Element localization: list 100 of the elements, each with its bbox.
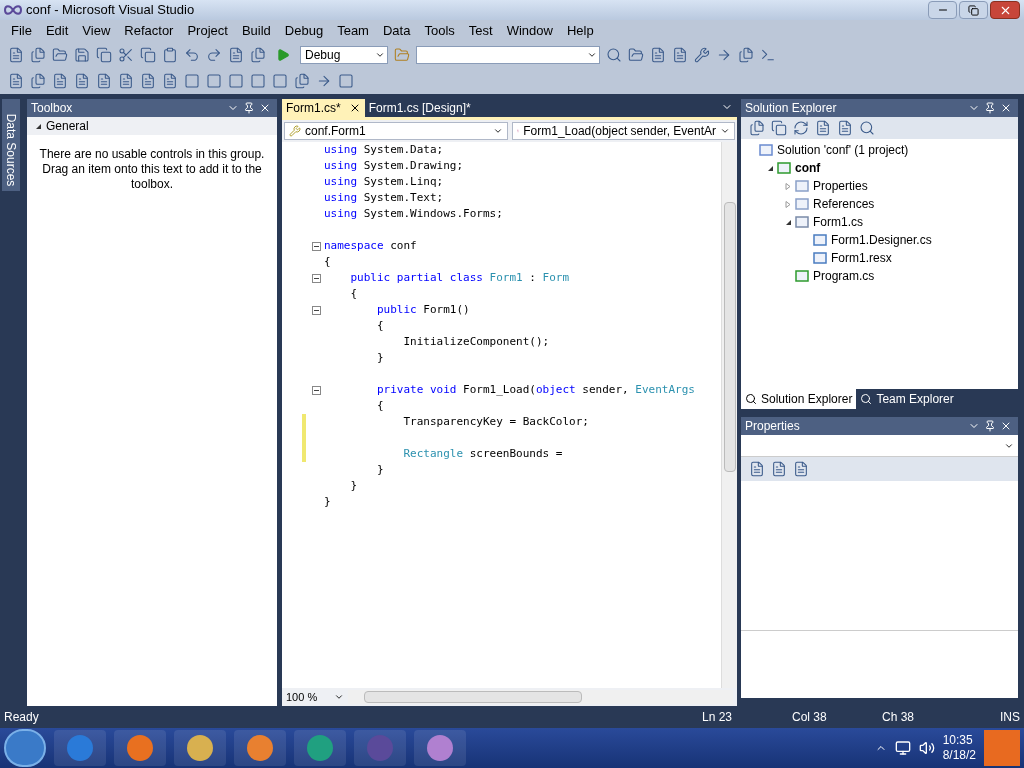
- toolbar-icon[interactable]: [74, 47, 90, 63]
- network-icon[interactable]: [894, 740, 911, 756]
- toolbar-icon[interactable]: [52, 47, 68, 63]
- expander-icon[interactable]: [766, 164, 774, 172]
- close-button[interactable]: [990, 1, 1020, 19]
- toolbar-icon[interactable]: [793, 120, 809, 136]
- toolbar-icon[interactable]: [771, 120, 787, 136]
- toolbar-icon[interactable]: [8, 47, 24, 63]
- menu-item[interactable]: Edit: [38, 21, 76, 41]
- tree-item[interactable]: conf: [795, 159, 821, 177]
- toolbar-icon[interactable]: [30, 73, 46, 89]
- toolbar-icon[interactable]: [628, 47, 644, 63]
- toolbar-icon[interactable]: [815, 120, 831, 136]
- toolbar-icon[interactable]: [184, 47, 200, 63]
- toolbar-icon[interactable]: [250, 47, 266, 63]
- menu-item[interactable]: Test: [461, 21, 500, 41]
- menu-item[interactable]: File: [4, 21, 39, 41]
- close-icon[interactable]: [1000, 102, 1012, 114]
- collapse-icon[interactable]: [311, 305, 321, 315]
- menu-item[interactable]: Tools: [417, 21, 462, 41]
- code-line: }: [375, 461, 384, 478]
- editor-tab[interactable]: Form1.cs*: [282, 99, 365, 117]
- tree-item[interactable]: References: [813, 195, 875, 213]
- start-debugging-icon[interactable]: [276, 48, 290, 62]
- close-icon[interactable]: [1000, 420, 1012, 432]
- toolbar-icon[interactable]: [606, 47, 622, 63]
- tree-item[interactable]: Program.cs: [813, 267, 875, 285]
- start-button[interactable]: [4, 729, 46, 767]
- tree-item[interactable]: Form1.Designer.cs: [831, 231, 932, 249]
- tree-item[interactable]: Solution 'conf' (1 project): [777, 141, 909, 159]
- toolbar-icon[interactable]: [96, 73, 112, 89]
- collapse-icon[interactable]: [311, 273, 321, 283]
- menu-item[interactable]: View: [75, 21, 118, 41]
- member-dropdown[interactable]: Form1_Load(object sender, EventAr: [512, 122, 735, 140]
- minimize-button[interactable]: [928, 1, 957, 19]
- search-dropdown[interactable]: [416, 46, 600, 64]
- tree-item[interactable]: Form1.cs: [813, 213, 863, 231]
- taskbar-app-icon[interactable]: [414, 730, 466, 766]
- toolbar-icon[interactable]: [738, 47, 754, 63]
- toolbar-icon[interactable]: [316, 73, 332, 89]
- taskbar-app-icon[interactable]: [294, 730, 346, 766]
- pin-icon[interactable]: [243, 102, 255, 114]
- toolbar-icon[interactable]: [650, 47, 666, 63]
- menu-item[interactable]: Team: [330, 21, 376, 41]
- expander-icon[interactable]: [784, 218, 792, 226]
- panel-tab[interactable]: Solution Explorer: [741, 389, 857, 409]
- menu-item[interactable]: Debug: [277, 21, 331, 41]
- pin-icon[interactable]: [984, 102, 996, 114]
- toolbar-icon[interactable]: [162, 73, 178, 89]
- toolbar-icon[interactable]: [206, 47, 222, 63]
- toolbar-icon[interactable]: [294, 73, 310, 89]
- taskbar-app-icon[interactable]: [174, 730, 226, 766]
- collapse-icon[interactable]: [311, 241, 321, 251]
- taskbar-app-icon[interactable]: [234, 730, 286, 766]
- toolbar-icon[interactable]: [52, 73, 68, 89]
- toolbar-icon[interactable]: [793, 461, 809, 477]
- side-tab[interactable]: Data Sources: [2, 99, 20, 191]
- zoom-dropdown[interactable]: 100 %: [286, 688, 344, 706]
- horizontal-scrollbar[interactable]: [348, 690, 733, 704]
- menu-item[interactable]: Build: [234, 21, 278, 41]
- restore-button[interactable]: [959, 1, 988, 19]
- configuration-dropdown[interactable]: Debug: [300, 46, 388, 64]
- vertical-scrollbar[interactable]: [721, 142, 737, 688]
- type-dropdown[interactable]: conf.Form1: [284, 122, 508, 140]
- panel-tab[interactable]: Team Explorer: [856, 389, 958, 409]
- menu-item[interactable]: Project: [180, 21, 235, 41]
- taskbar-app-icon[interactable]: [54, 730, 106, 766]
- expander-icon[interactable]: [35, 122, 42, 130]
- toolbar-icon[interactable]: [162, 47, 178, 63]
- toolbar-icon[interactable]: [760, 47, 776, 63]
- toolbar-icon[interactable]: [749, 120, 765, 136]
- toolbar-icon[interactable]: [140, 47, 156, 63]
- pin-icon[interactable]: [984, 420, 996, 432]
- toolbar-icon[interactable]: [8, 73, 24, 89]
- tree-item[interactable]: Form1.resx: [831, 249, 892, 267]
- taskbar-app-icon[interactable]: [114, 730, 166, 766]
- menu-item[interactable]: Window: [499, 21, 560, 41]
- toolbar-icon[interactable]: [694, 47, 710, 63]
- menu-item[interactable]: Refactor: [117, 21, 181, 41]
- collapse-icon[interactable]: [311, 385, 321, 395]
- toolbar-icon[interactable]: [118, 47, 134, 63]
- volume-icon[interactable]: [918, 740, 935, 756]
- toolbar-icon[interactable]: [74, 73, 90, 89]
- toolbar-icon[interactable]: [140, 73, 156, 89]
- editor-tab[interactable]: Form1.cs [Design]*: [364, 99, 475, 117]
- toolbar-icon[interactable]: [30, 47, 46, 63]
- toolbar-icon[interactable]: [672, 47, 688, 63]
- close-icon[interactable]: [259, 102, 271, 114]
- toolbar-icon[interactable]: [228, 47, 244, 63]
- group-header[interactable]: General: [27, 117, 277, 135]
- toolbar-icon[interactable]: [771, 461, 787, 477]
- tree-item[interactable]: Properties: [813, 177, 868, 195]
- menu-item[interactable]: Data: [375, 21, 418, 41]
- toolbar-icon[interactable]: [837, 120, 853, 136]
- toolbar-icon[interactable]: [859, 120, 875, 136]
- toolbar-icon[interactable]: [118, 73, 134, 89]
- toolbar-icon[interactable]: [749, 461, 765, 477]
- menu-item[interactable]: Help: [559, 21, 601, 41]
- toolbar-icon[interactable]: [96, 47, 112, 63]
- toolbar-icon[interactable]: [716, 47, 732, 63]
